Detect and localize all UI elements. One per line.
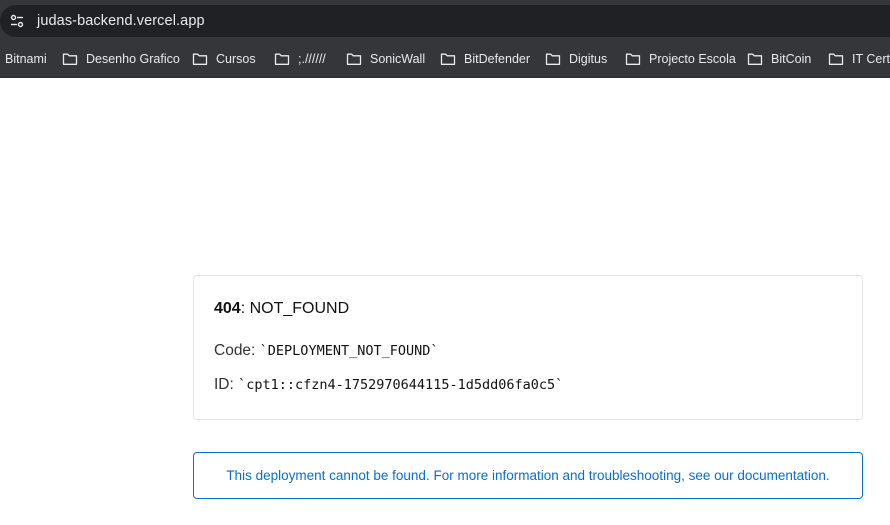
bookmark-item[interactable]: Bitnami xyxy=(5,40,47,78)
bookmark-item[interactable]: ;.////// xyxy=(274,40,326,78)
bookmark-label: Desenho Grafico xyxy=(86,52,180,66)
bookmark-label: Bitnami xyxy=(5,52,47,66)
error-id-line: ID: `cpt1::cfzn4-1752970644115-1d5dd06fa… xyxy=(214,376,563,394)
folder-icon xyxy=(192,53,208,65)
tune-icon xyxy=(10,14,24,28)
bookmark-item[interactable]: BitDefender xyxy=(440,40,530,78)
bookmark-item[interactable]: BitCoin xyxy=(747,40,811,78)
url-text[interactable]: judas-backend.vercel.app xyxy=(37,13,205,29)
error-code-number: 404 xyxy=(214,300,241,317)
bookmark-item[interactable]: Desenho Grafico xyxy=(62,40,180,78)
error-title: 404: NOT_FOUND xyxy=(214,300,349,318)
error-code-label: Code: xyxy=(214,342,260,359)
bookmark-item[interactable]: SonicWall xyxy=(346,40,425,78)
bookmark-item[interactable]: Digitus xyxy=(545,40,607,78)
error-code-value: `DEPLOYMENT_NOT_FOUND` xyxy=(259,343,439,359)
folder-icon xyxy=(828,53,844,65)
folder-icon xyxy=(440,53,456,65)
bookmark-label: Cursos xyxy=(216,52,256,66)
error-code-line: Code: `DEPLOYMENT_NOT_FOUND` xyxy=(214,342,438,360)
site-info-button[interactable] xyxy=(3,7,31,35)
bookmarks-bar: Bitnami Desenho Grafico Cursos ;.////// Soni… xyxy=(0,40,890,78)
folder-icon xyxy=(625,53,641,65)
bookmark-label: BitCoin xyxy=(771,52,812,66)
folder-icon xyxy=(747,53,763,65)
documentation-message[interactable]: This deployment cannot be found. For mor… xyxy=(226,468,829,483)
bookmark-label: Projecto Escola xyxy=(649,52,736,66)
bookmark-label: ;.////// xyxy=(298,52,326,66)
error-id-label: ID: xyxy=(214,376,239,393)
folder-icon xyxy=(545,53,561,65)
bookmark-label: Digitus xyxy=(569,52,608,66)
bookmark-label: SonicWall xyxy=(370,52,426,66)
bookmark-item[interactable]: Projecto Escola xyxy=(625,40,736,78)
bookmark-item[interactable]: IT Certi xyxy=(828,40,890,78)
bookmark-item[interactable]: Cursos xyxy=(192,40,256,78)
address-bar: judas-backend.vercel.app xyxy=(0,0,890,40)
error-card: 404: NOT_FOUND Code: `DEPLOYMENT_NOT_FOU… xyxy=(193,275,863,420)
error-id-value: `cpt1::cfzn4-1752970644115-1d5dd06fa0c5` xyxy=(238,377,564,393)
bookmark-label: IT Certi xyxy=(852,52,890,66)
bookmark-label: BitDefender xyxy=(464,52,531,66)
folder-icon xyxy=(274,53,290,65)
folder-icon xyxy=(62,53,78,65)
info-box: This deployment cannot be found. For mor… xyxy=(193,452,863,499)
error-code-text: : NOT_FOUND xyxy=(240,300,350,317)
folder-icon xyxy=(346,53,362,65)
